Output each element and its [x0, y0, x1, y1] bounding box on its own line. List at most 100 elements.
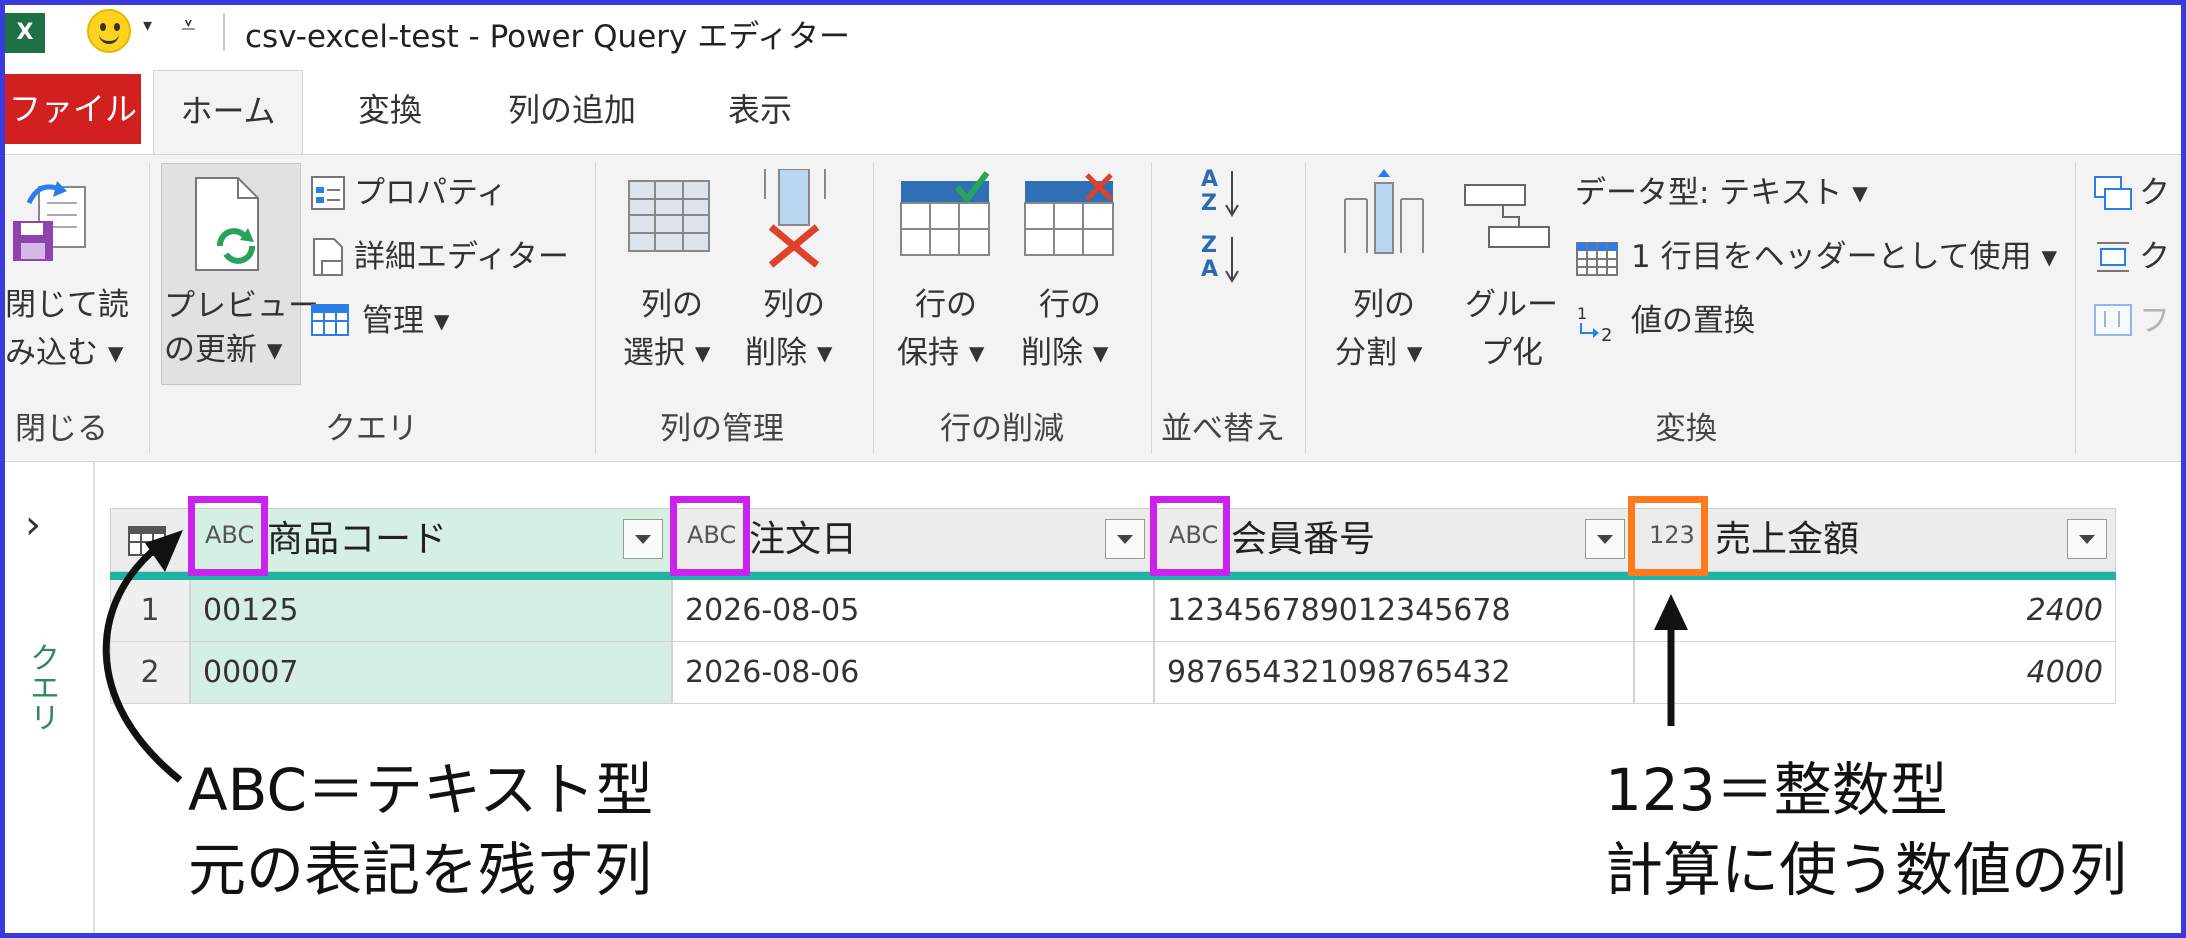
- overflow-item-1[interactable]: ク: [2093, 169, 2183, 219]
- advanced-editor-icon: [313, 238, 343, 276]
- remove-columns-label-1: 列の: [763, 287, 825, 323]
- split-column-label-1: 列の: [1353, 287, 1415, 323]
- chevron-down-icon[interactable]: ▾: [143, 15, 152, 36]
- group-separator: [873, 163, 874, 453]
- column-filter-button[interactable]: [1585, 519, 1625, 559]
- queries-pane: › クエリ: [5, 462, 95, 933]
- customize-quick-access-icon[interactable]: ⩡: [181, 11, 196, 42]
- title-separator: [223, 13, 225, 51]
- remove-rows-icon: [1024, 173, 1114, 256]
- replace-values-button[interactable]: 1 2 値の置換: [1575, 297, 1835, 347]
- sort-descending-icon: [1225, 237, 1239, 283]
- refresh-preview-label-2: の更新 ▾: [164, 332, 283, 368]
- text-type-highlight: [670, 496, 750, 576]
- overflow-item-2[interactable]: ク: [2093, 233, 2183, 283]
- group-label-sort: 並べ替え: [1161, 411, 1285, 447]
- manage-label: 管理 ▾: [362, 303, 450, 339]
- close-and-load-button[interactable]: 閉じて読 み込む ▾: [5, 173, 135, 393]
- group-by-label-2: プ化: [1481, 335, 1543, 371]
- data-type-label: データ型: テキスト ▾: [1575, 175, 1868, 211]
- tab-file[interactable]: ファイル: [5, 74, 141, 144]
- table-cell[interactable]: 2026-08-06: [672, 642, 1154, 704]
- overflow-label-3: フ: [2139, 303, 2170, 339]
- group-by-label-1: グルー: [1465, 287, 1558, 323]
- manage-button[interactable]: 管理 ▾: [310, 297, 510, 347]
- table-row: 2 00007 2026-08-06 987654321098765432 40…: [110, 642, 2116, 704]
- table-cell[interactable]: 123456789012345678: [1154, 580, 1634, 642]
- group-label-query: クエリ: [325, 411, 418, 447]
- properties-button[interactable]: プロパティ: [310, 169, 570, 219]
- table-cell[interactable]: 2026-08-05: [672, 580, 1154, 642]
- sort-asc-bottom: Z: [1201, 191, 1217, 216]
- use-first-row-as-header-button[interactable]: 1 行目をヘッダーとして使用 ▾: [1575, 233, 2065, 283]
- overflow-item-3: フ: [2093, 297, 2183, 347]
- tab-transform[interactable]: 変換: [325, 70, 455, 154]
- tab-add-column[interactable]: 列の追加: [487, 70, 657, 154]
- manage-grid-icon: [311, 304, 349, 336]
- tab-view[interactable]: 表示: [695, 70, 825, 154]
- remove-rows-button[interactable]: 行の 削除 ▾: [1017, 173, 1127, 395]
- column-filter-button[interactable]: [623, 519, 663, 559]
- ribbon: 閉じて読 み込む ▾ 閉じる プレビュー の更新 ▾ プロパティ 詳細エディター: [5, 154, 2181, 462]
- replace-values-label: 値の置換: [1631, 303, 1755, 339]
- remove-columns-icon: [764, 169, 826, 268]
- group-label-reduce-rows: 行の削減: [940, 411, 1064, 447]
- svg-text:2: 2: [1601, 325, 1612, 345]
- choose-columns-label-1: 列の: [641, 287, 703, 323]
- replace-values-icon: 1 2: [1577, 304, 1612, 345]
- title-bar: X ▾ ⩡ csv-excel-test - Power Query エディター: [5, 5, 2181, 57]
- table-cell[interactable]: 00125: [190, 580, 672, 642]
- group-separator: [1305, 163, 1306, 453]
- row-number[interactable]: 2: [110, 642, 190, 704]
- expand-pane-icon[interactable]: ›: [25, 502, 41, 548]
- group-by-button[interactable]: グルー プ化: [1451, 175, 1571, 395]
- keep-rows-icon: [900, 171, 990, 256]
- advanced-editor-button[interactable]: 詳細エディター: [310, 233, 600, 283]
- annotation-number-type-line1: 123＝整数型: [1605, 756, 1948, 824]
- append-icon: [2097, 242, 2129, 272]
- sort-ascending-button[interactable]: A Z: [1201, 169, 1261, 225]
- column-filter-button[interactable]: [2067, 519, 2107, 559]
- choose-columns-button[interactable]: 列の 選択 ▾: [617, 175, 727, 395]
- column-filter-button[interactable]: [1105, 519, 1145, 559]
- group-label-transform: 変換: [1655, 411, 1717, 447]
- number-type-highlight: [1628, 496, 1708, 576]
- group-separator: [1151, 163, 1152, 453]
- annotation-text-type-line2: 元の表記を残す列: [188, 836, 653, 904]
- feedback-smiley-icon[interactable]: [87, 9, 131, 53]
- table-icon: [128, 526, 166, 556]
- annotation-text-type-line1: ABC＝テキスト型: [188, 756, 654, 824]
- excel-logo-icon: X: [5, 13, 45, 53]
- column-name: 売上金額: [1715, 519, 1860, 560]
- table-row: 1 00125 2026-08-05 123456789012345678 24…: [110, 580, 2116, 642]
- keep-rows-button[interactable]: 行の 保持 ▾: [893, 171, 1003, 395]
- advanced-editor-label: 詳細エディター: [354, 239, 569, 275]
- table-cell[interactable]: 2400: [1634, 580, 2116, 642]
- data-type-dropdown[interactable]: データ型: テキスト ▾: [1575, 169, 1875, 219]
- column-name: 注文日: [749, 519, 858, 560]
- data-preview-table: ABC 商品コード ABC 注文日 ABC 会員番号 123 売上金額 1 00…: [110, 508, 2116, 708]
- group-separator: [595, 163, 596, 453]
- properties-label: プロパティ: [354, 175, 508, 211]
- use-first-row-label: 1 行目をヘッダーとして使用 ▾: [1631, 239, 2058, 275]
- close-load-label-1: 閉じて読: [5, 287, 129, 323]
- refresh-preview-button[interactable]: プレビュー の更新 ▾: [161, 163, 319, 385]
- split-column-button[interactable]: 列の 分割 ▾: [1323, 169, 1443, 395]
- split-column-icon: [1344, 169, 1424, 254]
- row-number[interactable]: 1: [110, 580, 190, 642]
- text-type-highlight: [188, 496, 268, 576]
- overflow-label-2: ク: [2139, 239, 2170, 275]
- sort-ascending-icon: [1225, 171, 1239, 217]
- remove-rows-label-1: 行の: [1039, 287, 1101, 323]
- column-name: 会員番号: [1231, 519, 1376, 560]
- table-corner[interactable]: [110, 508, 190, 572]
- table-cell[interactable]: 00007: [190, 642, 672, 704]
- combine-icon: [2094, 176, 2132, 210]
- remove-columns-button[interactable]: 列の 削除 ▾: [741, 169, 851, 395]
- table-cell[interactable]: 4000: [1634, 642, 2116, 704]
- group-by-icon: [1464, 184, 1550, 248]
- sort-descending-button[interactable]: Z A: [1201, 235, 1261, 291]
- table-cell[interactable]: 987654321098765432: [1154, 642, 1634, 704]
- tab-home[interactable]: ホーム: [153, 70, 303, 154]
- split-column-label-2: 分割 ▾: [1335, 335, 1423, 371]
